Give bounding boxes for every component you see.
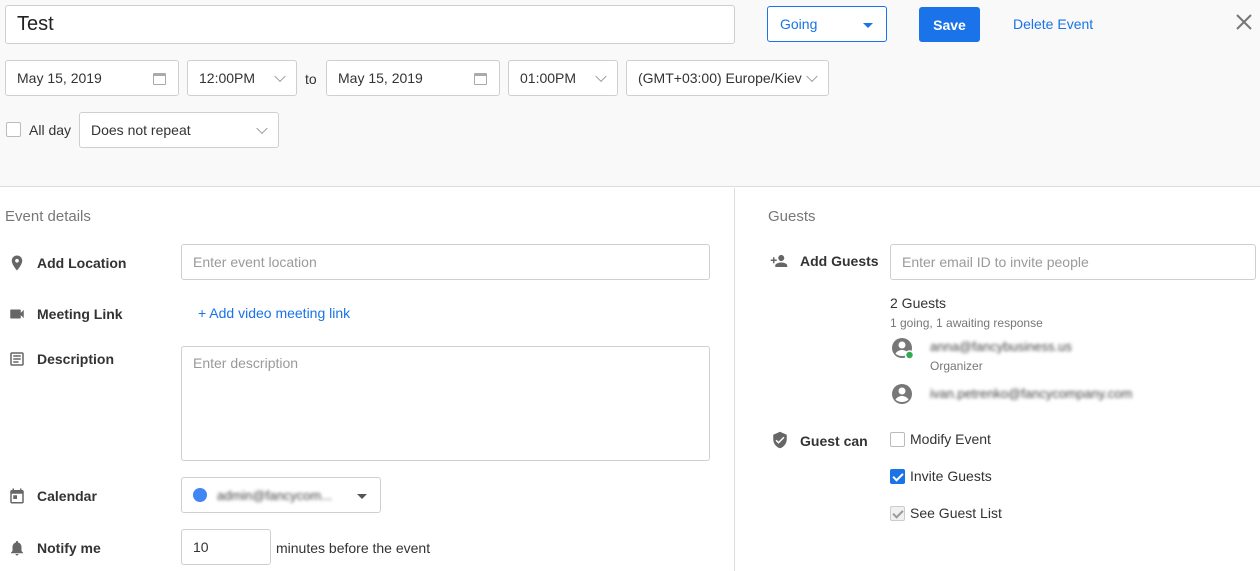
rsvp-status-select[interactable]: Going — [767, 6, 887, 42]
location-input[interactable]: Enter event location — [181, 244, 710, 280]
date-range-separator: to — [305, 71, 317, 87]
end-time-value: 01:00PM — [520, 70, 577, 86]
guest-email-placeholder: Enter email ID to invite people — [902, 254, 1089, 270]
end-date-value: May 15, 2019 — [338, 70, 423, 86]
start-time-select[interactable]: 12:00PM — [187, 60, 297, 96]
calendar-color-dot — [193, 488, 207, 502]
notify-label: Notify me — [37, 540, 101, 556]
close-icon[interactable] — [1233, 11, 1255, 33]
start-date-picker[interactable]: May 15, 2019 — [5, 60, 179, 96]
caret-down-icon — [357, 494, 367, 499]
repeat-value: Does not repeat — [91, 122, 191, 138]
timezone-value: (GMT+03:00) Europe/Kiev — [638, 70, 802, 86]
invite-guests-label: Invite Guests — [910, 468, 992, 484]
meeting-link-label: Meeting Link — [37, 306, 123, 322]
guest-response-summary: 1 going, 1 awaiting response — [890, 316, 1043, 330]
description-placeholder: Enter description — [193, 355, 299, 371]
modify-event-checkbox[interactable] — [890, 432, 905, 447]
see-guest-list-checkbox[interactable] — [890, 506, 905, 521]
guest-role: Organizer — [930, 359, 983, 373]
all-day-label: All day — [29, 122, 72, 138]
notify-minutes-value: 10 — [193, 539, 209, 555]
invite-guests-checkbox[interactable] — [890, 469, 905, 484]
rsvp-status-value: Going — [780, 16, 818, 32]
guest-can-label: Guest can — [800, 433, 868, 449]
add-video-meeting-link[interactable]: + Add video meeting link — [198, 305, 350, 321]
calendar-icon — [474, 73, 487, 85]
delete-event-link[interactable]: Delete Event — [1013, 16, 1093, 32]
timezone-select[interactable]: (GMT+03:00) Europe/Kiev — [626, 60, 829, 96]
repeat-select[interactable]: Does not repeat — [79, 112, 279, 148]
location-pin-icon — [8, 254, 26, 272]
start-time-value: 12:00PM — [199, 70, 256, 86]
add-person-icon — [770, 252, 788, 270]
description-textarea[interactable]: Enter description — [181, 346, 710, 461]
calendar-select[interactable]: admin@fancycom... — [181, 477, 381, 513]
chevron-down-icon — [274, 70, 286, 83]
calendar-value: admin@fancycom... — [217, 487, 333, 503]
add-guests-label: Add Guests — [800, 253, 879, 269]
calendar-label: Calendar — [37, 488, 97, 504]
event-title-value: Test — [17, 13, 54, 35]
guests-title: Guests — [768, 208, 816, 225]
notify-minutes-input[interactable]: 10 — [181, 529, 271, 565]
start-date-value: May 15, 2019 — [17, 70, 102, 86]
see-guest-list-label: See Guest List — [910, 505, 1002, 521]
description-label: Description — [37, 351, 115, 367]
guest-count: 2 Guests — [890, 295, 947, 311]
calendar-icon — [153, 73, 166, 85]
location-label: Add Location — [37, 255, 127, 271]
avatar — [890, 382, 914, 406]
end-time-select[interactable]: 01:00PM — [508, 60, 618, 96]
all-day-checkbox[interactable] — [6, 122, 21, 137]
save-button[interactable]: Save — [919, 7, 980, 42]
section-divider — [734, 188, 735, 571]
chevron-down-icon — [595, 70, 607, 83]
notify-suffix: minutes before the event — [276, 540, 431, 556]
description-icon — [8, 350, 26, 368]
avatar — [890, 336, 915, 360]
video-camera-icon — [8, 305, 26, 323]
shield-icon — [771, 431, 789, 449]
chevron-down-icon — [806, 70, 818, 83]
guest-email: ivan.petrenko@fancycompany.com — [930, 386, 1133, 401]
end-date-picker[interactable]: May 15, 2019 — [326, 60, 500, 96]
location-placeholder: Enter event location — [193, 254, 317, 270]
event-details-title: Event details — [5, 208, 91, 225]
guest-email: anna@fancybusiness.us — [930, 339, 1072, 354]
modify-event-label: Modify Event — [910, 431, 991, 447]
bell-icon — [8, 539, 26, 557]
caret-down-icon — [863, 23, 873, 28]
chevron-down-icon — [256, 122, 268, 135]
calendar-icon — [8, 487, 26, 505]
guest-email-input[interactable]: Enter email ID to invite people — [890, 244, 1256, 280]
event-title-input[interactable]: Test — [5, 5, 735, 44]
